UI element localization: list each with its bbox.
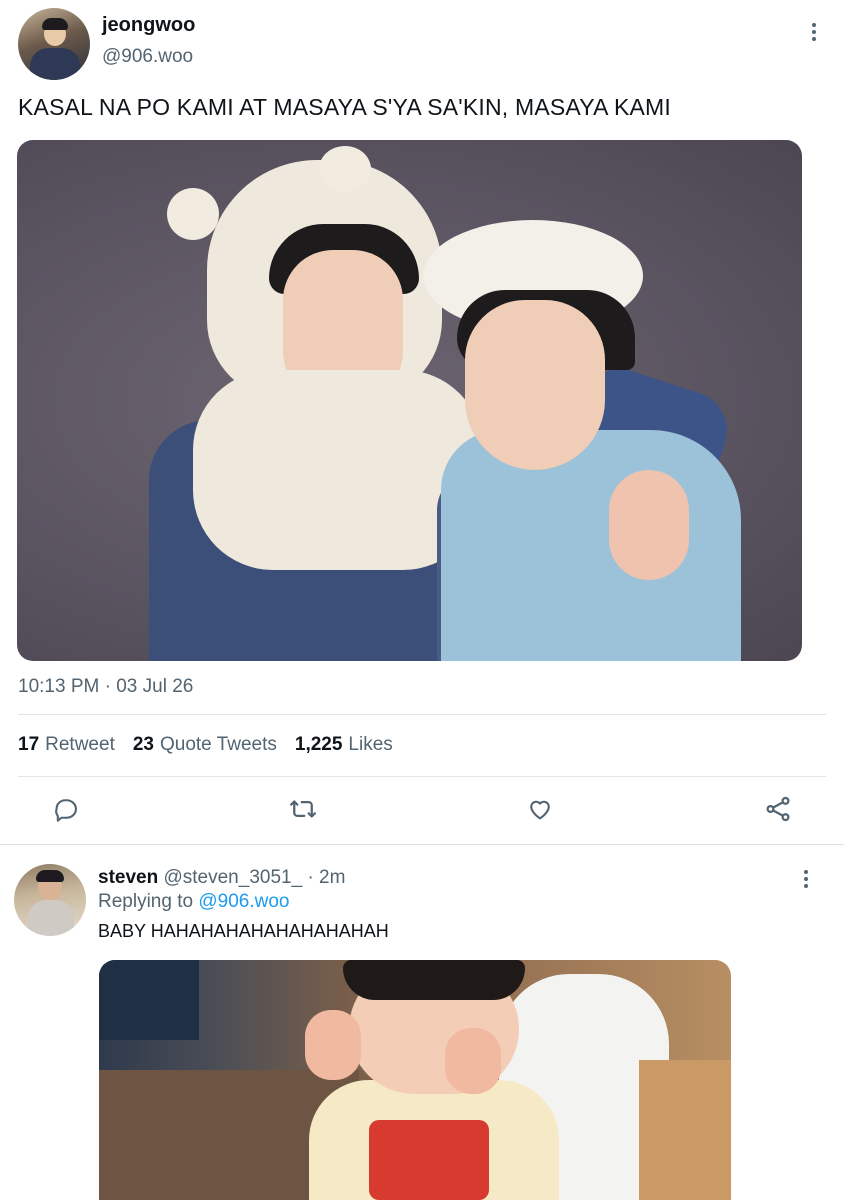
section-divider <box>0 844 844 845</box>
tweet-timestamp[interactable]: 10:13 PM · 03 Jul 26 <box>18 676 193 698</box>
divider <box>18 714 826 715</box>
reply-separator: · <box>307 867 314 888</box>
retweets-stat[interactable]: 17 Retweet <box>18 734 115 756</box>
share-button[interactable] <box>763 794 793 824</box>
replying-to-handle-link[interactable]: @906.woo <box>198 891 289 912</box>
author-handle[interactable]: @906.woo <box>102 46 193 68</box>
tweet-photo[interactable] <box>17 140 802 661</box>
reply-author-avatar[interactable] <box>14 864 86 936</box>
reply-header: steven @steven_3051_ · 2m <box>98 867 345 889</box>
author-avatar[interactable] <box>18 8 90 80</box>
reply-icon <box>55 799 77 822</box>
heart-icon <box>530 800 550 820</box>
likes-stat[interactable]: 1,225 Likes <box>295 734 393 756</box>
like-button[interactable] <box>525 794 555 824</box>
tweet-stats: 17 Retweet 23 Quote Tweets 1,225 Likes <box>18 734 393 756</box>
replying-to: Replying to @906.woo <box>98 891 289 913</box>
reply-text: BABY HAHAHAHAHAHAHAHAHAH <box>98 921 389 941</box>
more-options-button[interactable] <box>802 18 826 46</box>
reply-button[interactable] <box>51 794 81 824</box>
quote-tweets-stat[interactable]: 23 Quote Tweets <box>133 734 277 756</box>
reply-photo[interactable] <box>99 960 731 1200</box>
author-name[interactable]: jeongwoo <box>102 14 195 37</box>
reply-more-options-button[interactable] <box>794 865 818 893</box>
retweet-icon <box>290 800 316 818</box>
reply-time[interactable]: 2m <box>319 867 345 888</box>
share-icon <box>766 796 790 822</box>
reply-author-name[interactable]: steven <box>98 867 158 888</box>
reply-author-handle[interactable]: @steven_3051_ <box>163 867 302 888</box>
divider <box>18 776 826 777</box>
replying-to-prefix: Replying to <box>98 891 194 912</box>
tweet-text: KASAL NA PO KAMI AT MASAYA S'YA SA'KIN, … <box>18 94 671 120</box>
retweet-button[interactable] <box>288 794 318 824</box>
